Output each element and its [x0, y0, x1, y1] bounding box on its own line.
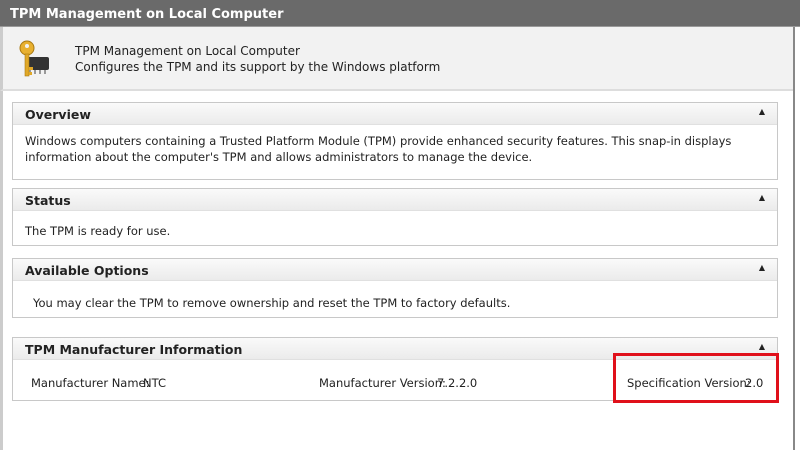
manufacturer-name-value: NTC	[143, 376, 166, 390]
scrollbar-edge	[793, 27, 795, 450]
status-text: The TPM is ready for use.	[25, 224, 171, 238]
header-subtitle: Configures the TPM and its support by th…	[75, 60, 441, 74]
key-chip-icon	[17, 39, 51, 79]
collapse-icon[interactable]: ▲	[759, 107, 765, 116]
manufacturer-version-value: 7.2.2.0	[437, 376, 478, 390]
window-title: TPM Management on Local Computer	[0, 0, 800, 27]
status-section: Status ▲ The TPM is ready for use.	[12, 188, 778, 246]
snapin-header: TPM Management on Local Computer Configu…	[0, 27, 795, 91]
highlight-box	[613, 353, 779, 403]
collapse-icon[interactable]: ▲	[759, 263, 765, 272]
options-title: Available Options	[25, 263, 149, 278]
manufacturer-name-label: Manufacturer Name:	[31, 376, 150, 390]
header-title: TPM Management on Local Computer	[75, 44, 300, 58]
collapse-icon[interactable]: ▲	[759, 342, 765, 351]
options-section: Available Options ▲ You may clear the TPM…	[12, 258, 778, 318]
collapse-icon[interactable]: ▲	[759, 193, 765, 202]
overview-section: Overview ▲ Windows computers containing a…	[12, 102, 778, 180]
overview-title: Overview	[25, 107, 91, 122]
manufacturer-title: TPM Manufacturer Information	[25, 342, 243, 357]
overview-text: Windows computers containing a Trusted P…	[25, 134, 732, 164]
manufacturer-version-label: Manufacturer Version:	[319, 376, 446, 390]
options-text: You may clear the TPM to remove ownershi…	[33, 296, 511, 310]
status-title: Status	[25, 193, 71, 208]
